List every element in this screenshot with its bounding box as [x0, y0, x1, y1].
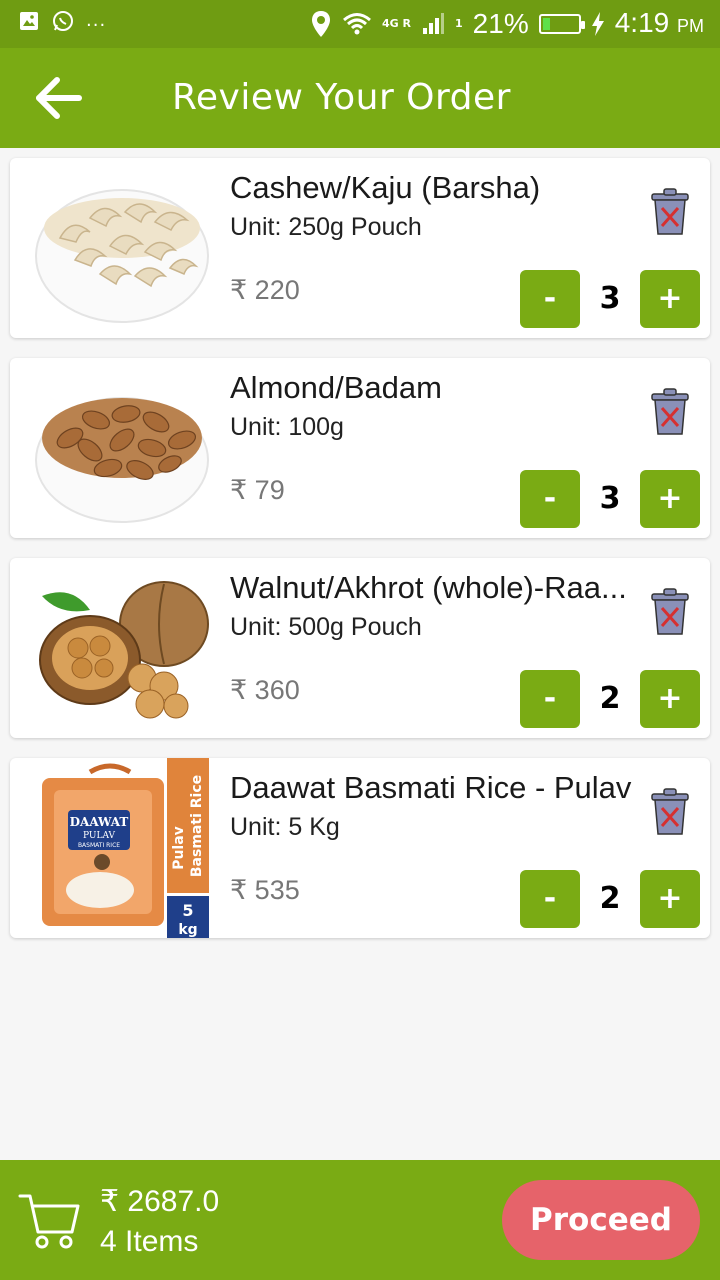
image-icon [18, 10, 40, 32]
sim-number: 1 [455, 17, 463, 30]
trash-icon [651, 388, 689, 435]
item-unit: Unit: 500g Pouch [230, 613, 422, 641]
battery-percent: 21% [472, 8, 529, 39]
whatsapp-icon [52, 10, 74, 32]
more-dots-icon: ... [86, 10, 107, 31]
network-type: 4G R [382, 17, 412, 30]
item-price: ₹ 220 [230, 275, 300, 305]
increase-quantity-button[interactable]: + [640, 470, 700, 528]
item-name: Walnut/Akhrot (whole)-Raa... [230, 570, 627, 605]
status-bar: ... 4G R 1 21% 4:19 PM [0, 0, 720, 48]
location-icon [310, 11, 332, 37]
item-name: Cashew/Kaju (Barsha) [230, 170, 541, 205]
battery-level [542, 18, 550, 30]
proceed-button[interactable]: Proceed [502, 1180, 700, 1260]
quantity-value: 2 [599, 681, 621, 716]
item-price: ₹ 360 [230, 675, 300, 705]
quantity-value: 3 [599, 281, 621, 316]
decrease-quantity-button[interactable]: - [520, 870, 580, 928]
side-label-pulav: Pulav [171, 826, 187, 870]
item-price: ₹ 535 [230, 875, 300, 905]
quantity-value: 2 [599, 881, 621, 916]
weight-unit: kg [178, 922, 197, 938]
quantity-value: 3 [599, 481, 621, 516]
increase-quantity-button[interactable]: + [640, 270, 700, 328]
trash-icon [651, 188, 689, 235]
charging-icon [591, 12, 605, 36]
decrease-quantity-button[interactable]: - [520, 470, 580, 528]
bag-brand-text: DAAWAT [70, 815, 129, 829]
clock: 4:19 PM [615, 5, 704, 44]
order-item-list: Cashew/Kaju (Barsha) Unit: 250g Pouch ₹ … [10, 158, 710, 958]
decrease-quantity-button[interactable]: - [520, 270, 580, 328]
order-item: Cashew/Kaju (Barsha) Unit: 250g Pouch ₹ … [10, 158, 710, 338]
cart-item-count: 4 Items [100, 1225, 199, 1258]
bag-subtitle-text: BASMATI RICE [78, 842, 120, 849]
back-button[interactable] [28, 74, 88, 122]
item-unit: Unit: 5 Kg [230, 813, 340, 841]
item-name: Daawat Basmati Rice - Pulav [230, 770, 632, 805]
side-label-basmati: Basmati Rice [189, 775, 205, 877]
time-ampm: PM [677, 15, 704, 36]
increase-quantity-button[interactable]: + [640, 670, 700, 728]
delete-item-button[interactable] [648, 588, 692, 638]
delete-item-button[interactable] [648, 788, 692, 838]
arrow-left-icon [36, 77, 82, 119]
order-item: Almond/Badam Unit: 100g ₹ 79 - 3 + [10, 358, 710, 538]
walnut-image [30, 568, 220, 728]
increase-quantity-button[interactable]: + [640, 870, 700, 928]
item-name: Almond/Badam [230, 370, 442, 405]
almond-bowl-image [30, 368, 220, 528]
item-price: ₹ 79 [230, 475, 285, 505]
time-value: 4:19 [614, 6, 670, 38]
weight-number: 5 [182, 901, 193, 920]
checkout-bar: ₹ 2687.0 4 Items Proceed [0, 1160, 720, 1280]
trash-icon [651, 588, 689, 635]
cart-total: ₹ 2687.0 [100, 1185, 220, 1218]
app-bar: Review Your Order [0, 48, 720, 148]
cart-icon [18, 1188, 84, 1254]
wifi-icon [342, 13, 372, 35]
item-unit: Unit: 100g [230, 413, 344, 441]
cashew-bowl-image [30, 168, 220, 328]
rice-bag-image: DAAWAT PULAV BASMATI RICE Pulav Basmati … [40, 758, 220, 938]
page-title: Review Your Order [172, 77, 511, 118]
battery-icon [538, 14, 585, 34]
signal-icon [421, 13, 445, 35]
decrease-quantity-button[interactable]: - [520, 670, 580, 728]
delete-item-button[interactable] [648, 188, 692, 238]
order-item: DAAWAT PULAV BASMATI RICE Pulav Basmati … [10, 758, 710, 938]
trash-icon [651, 788, 689, 835]
delete-item-button[interactable] [648, 388, 692, 438]
order-item: Walnut/Akhrot (whole)-Raa... Unit: 500g … [10, 558, 710, 738]
item-unit: Unit: 250g Pouch [230, 213, 422, 241]
bag-variant-text: PULAV [83, 831, 116, 841]
